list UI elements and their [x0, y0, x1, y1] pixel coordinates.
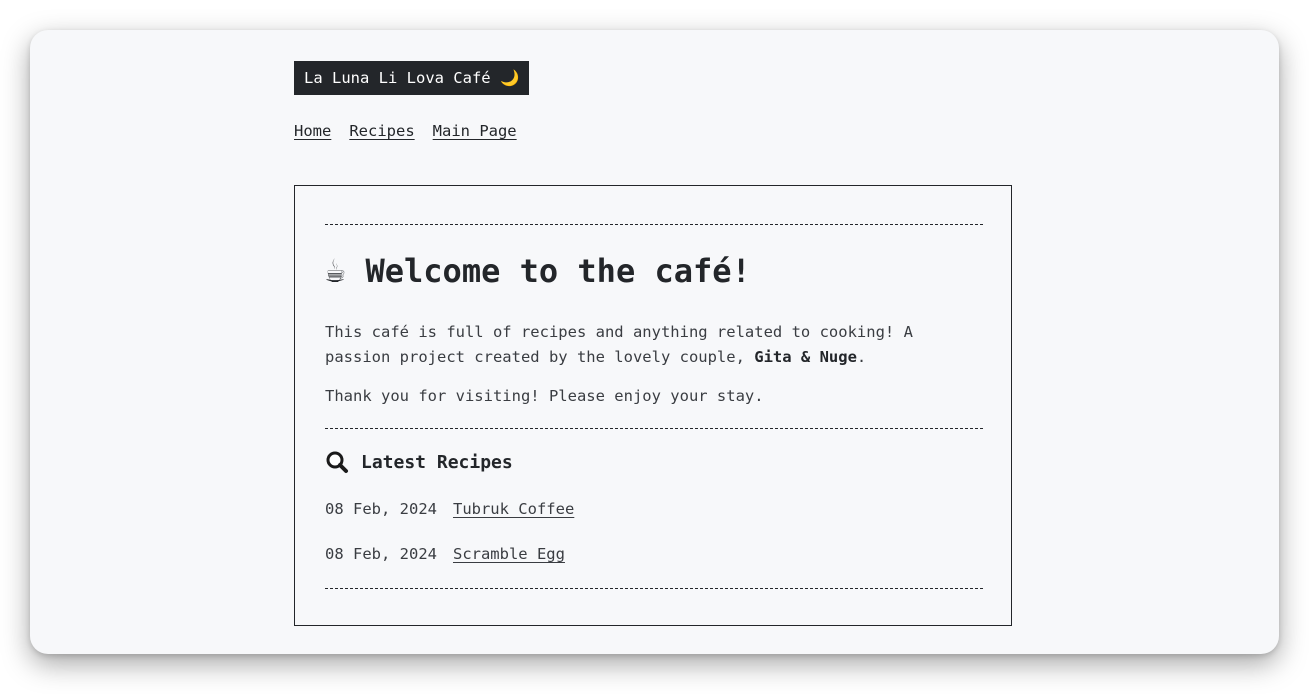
browser-window: La Luna Li Lova Café 🌙 Home Recipes Main… [30, 30, 1279, 654]
welcome-heading: ☕ Welcome to the café! [325, 252, 751, 290]
intro-paragraph: This café is full of recipes and anythin… [325, 320, 965, 370]
dashed-divider [325, 588, 983, 589]
main-nav: Home Recipes Main Page [294, 122, 517, 140]
latest-recipes-heading: Latest Recipes [325, 450, 513, 474]
thanks-paragraph: Thank you for visiting! Please enjoy you… [325, 387, 764, 405]
dashed-divider [325, 224, 983, 225]
magnifier-icon [325, 450, 349, 474]
recipe-link-tubruk-coffee[interactable]: Tubruk Coffee [453, 500, 574, 518]
recipe-list-item: 08 Feb, 2024 Scramble Egg [325, 545, 565, 563]
nav-link-recipes[interactable]: Recipes [349, 122, 414, 140]
coffee-cup-icon: ☕ [325, 251, 346, 291]
nav-link-home[interactable]: Home [294, 122, 331, 140]
couple-names: Gita & Nuge [754, 348, 857, 366]
intro-end: . [856, 348, 867, 366]
recipe-link-scramble-egg[interactable]: Scramble Egg [453, 545, 565, 563]
dashed-divider [325, 428, 983, 429]
welcome-heading-text: Welcome to the café! [365, 252, 751, 290]
recipe-list-item: 08 Feb, 2024 Tubruk Coffee [325, 500, 574, 518]
latest-recipes-label: Latest Recipes [361, 451, 513, 473]
site-title[interactable]: La Luna Li Lova Café 🌙 [294, 61, 530, 95]
recipe-date: 08 Feb, 2024 [325, 545, 437, 563]
content-card: ☕ Welcome to the café! This café is full… [294, 185, 1012, 626]
recipe-date: 08 Feb, 2024 [325, 500, 437, 518]
nav-link-main-page[interactable]: Main Page [433, 122, 517, 140]
